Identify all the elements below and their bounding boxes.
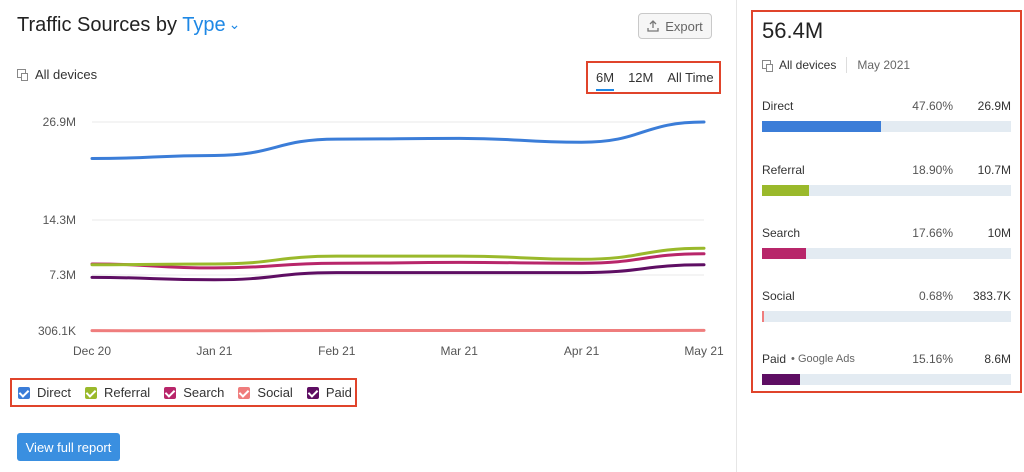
summary-devices: All devices May 2021 — [762, 57, 910, 73]
share-bar-track — [762, 185, 1011, 196]
x-tick-label: Mar 21 — [441, 344, 479, 358]
summary-row-direct: Direct 47.60% 26.9M — [762, 98, 1011, 138]
legend-referral[interactable]: Referral — [84, 385, 151, 400]
share-bar-track — [762, 248, 1011, 259]
legend-label: Direct — [37, 385, 71, 400]
type-dropdown-label: Type — [182, 14, 226, 36]
series-line-direct[interactable] — [90, 120, 706, 161]
traffic-line-chart: 26.9M 14.3M 7.3M 306.1K Dec 20 Jan 21 Feb 21 Ma… — [38, 115, 724, 358]
share-bar — [762, 248, 806, 259]
type-dropdown[interactable]: Type ⌄ — [182, 14, 240, 36]
period-all-time[interactable]: All Time — [667, 70, 713, 85]
row-label: Search — [762, 226, 801, 240]
legend-direct[interactable]: Direct — [18, 385, 71, 400]
period-6m[interactable]: 6M — [596, 70, 615, 91]
chart-legend: Direct Referral Search Social Paid — [10, 378, 357, 407]
row-value: 26.9M — [977, 99, 1011, 113]
x-tick-label: May 21 — [684, 344, 724, 358]
share-bar — [762, 374, 800, 385]
summary-row-search: Search 17.66% 10M — [762, 225, 1011, 265]
period-12m[interactable]: 12M — [628, 70, 653, 85]
checkbox-icon — [18, 386, 30, 399]
view-full-report-button[interactable]: View full report — [17, 433, 120, 461]
row-label: Direct — [762, 99, 794, 113]
page-title: Traffic Sources by Type ⌄ — [17, 14, 240, 37]
total-traffic: 56.4M — [762, 18, 824, 43]
checkbox-icon — [306, 386, 319, 399]
y-tick-label: 26.9M — [43, 115, 76, 129]
upload-icon — [647, 20, 659, 32]
row-percent: 0.68% — [918, 289, 953, 303]
summary-devices-label: All devices — [779, 58, 837, 72]
x-tick-label: Apr 21 — [564, 344, 600, 358]
row-percent: 15.16% — [912, 352, 953, 366]
row-label: Referral — [762, 163, 805, 177]
summary-panel: 56.4M All devices May 2021 Direct 47.60% 2… — [751, 10, 1022, 393]
share-bar — [762, 121, 881, 132]
x-tick-label: Feb 21 — [318, 344, 356, 358]
row-label: Paid — [762, 352, 787, 366]
share-bar — [762, 185, 810, 196]
row-percent: 17.66% — [912, 226, 953, 240]
share-bar-track — [762, 311, 1011, 322]
row-value: 10M — [987, 226, 1011, 240]
row-percent: 47.60% — [912, 99, 953, 113]
row-sub-text: Google Ads — [797, 353, 855, 365]
panel-divider — [736, 0, 737, 472]
x-tick-label: Jan 21 — [196, 344, 232, 358]
legend-social[interactable]: Social — [238, 385, 293, 400]
share-bar-track — [762, 121, 1011, 132]
separator — [846, 57, 848, 73]
export-label: Export — [665, 18, 703, 34]
row-value: 10.7M — [977, 163, 1011, 177]
summary-month: May 2021 — [857, 58, 911, 72]
legend-label: Paid — [325, 385, 352, 400]
row-value: 383.7K — [972, 289, 1011, 303]
title-prefix: Traffic Sources by — [17, 14, 178, 36]
row-label: Social — [762, 289, 795, 303]
export-button[interactable]: Export — [638, 13, 712, 39]
devices-icon — [17, 69, 28, 81]
summary-row-referral: Referral 18.90% 10.7M — [762, 162, 1011, 202]
legend-search[interactable]: Search — [164, 385, 224, 400]
y-tick-label: 7.3M — [49, 268, 76, 282]
devices-label: All devices — [35, 67, 98, 82]
row-value: 8.6M — [984, 352, 1011, 366]
row-percent: 18.90% — [912, 163, 953, 177]
y-tick-label: 14.3M — [43, 213, 76, 227]
legend-paid[interactable]: Paid — [306, 385, 352, 400]
checkbox-icon — [84, 386, 97, 399]
devices-icon — [762, 59, 773, 72]
devices-filter[interactable]: All devices — [17, 67, 97, 82]
legend-label: Search — [183, 385, 225, 400]
summary-row-social: Social 0.68% 383.7K — [762, 288, 1011, 328]
share-bar-track — [762, 374, 1011, 385]
checkbox-icon — [164, 386, 177, 399]
checkbox-icon — [238, 386, 251, 399]
share-bar — [762, 311, 764, 322]
period-selector: 6M 12M All Time — [586, 61, 721, 94]
x-tick-label: Dec 20 — [73, 344, 111, 358]
chevron-down-icon: ⌄ — [228, 16, 241, 32]
y-tick-label: 306.1K — [38, 324, 76, 338]
row-sub-label: • Google Ads — [791, 353, 855, 365]
legend-label: Social — [257, 385, 293, 400]
legend-label: Referral — [103, 385, 151, 400]
summary-row-paid: Paid • Google Ads 15.16% 8.6M — [762, 351, 1011, 391]
